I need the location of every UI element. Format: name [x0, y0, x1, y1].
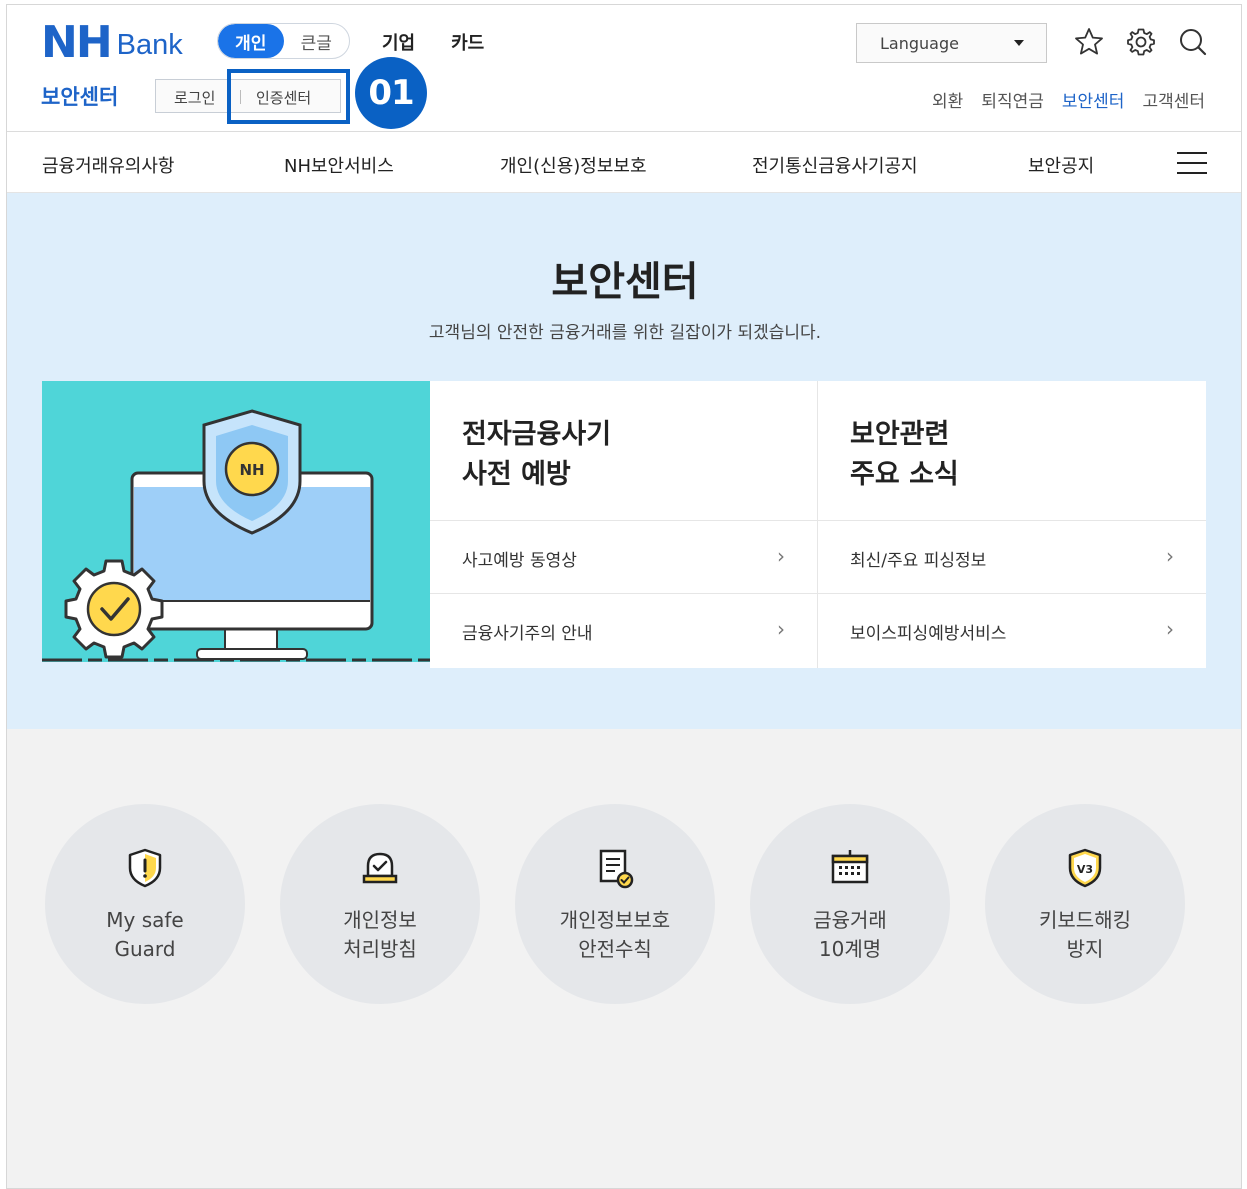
card-link-label: 금융사기주의 안내 — [462, 624, 593, 644]
document-check-icon — [599, 849, 634, 889]
quick-label-line2: 10계명 — [818, 937, 882, 961]
util-forex[interactable]: 외환 — [932, 87, 963, 112]
hero-title: 보안센터 — [551, 259, 699, 305]
quick-label-line2: Guard — [114, 937, 176, 961]
utility-links: 외환 퇴직연금 보안센터 고객센터 — [932, 87, 1205, 112]
callout-badge: 01 — [355, 57, 427, 129]
util-pension[interactable]: 퇴직연금 — [981, 87, 1044, 112]
page-subtitle[interactable]: 보안센터 — [41, 81, 118, 111]
quick-label-line1: 개인정보보호 — [559, 908, 671, 932]
top-nav: 기업 카드 — [382, 29, 484, 55]
quick-label-line2: 처리방침 — [343, 937, 417, 961]
illustration-nh-badge: NH — [239, 461, 264, 479]
quick-menu: My safe Guard 개인정보 처리방침 개인정보보호 안전수칙 금융거래… — [7, 729, 1241, 1188]
quick-financial-10-rules[interactable]: 금융거래 10계명 — [750, 804, 950, 1004]
gnb-security-notice[interactable]: 보안공지 — [1028, 152, 1094, 178]
quick-label-line2: 안전수칙 — [578, 937, 652, 961]
gear-icon[interactable] — [1124, 25, 1158, 59]
language-select[interactable]: Language — [856, 23, 1047, 63]
global-nav: 금융거래유의사항 NH보안서비스 개인(신용)정보보호 전기통신금융사기공지 보… — [7, 131, 1241, 193]
quick-label-line1: 키보드해킹 — [1039, 908, 1131, 932]
card-title-line2: 사전 예방 — [462, 459, 571, 490]
security-illustration: NH — [42, 381, 430, 662]
quick-label: 개인정보 처리방침 — [280, 906, 480, 964]
security-center-page: NH Bank 개인 큰글 기업 카드 보안센터 로그인 인증센터 01 Lan… — [6, 4, 1242, 1189]
util-security-center[interactable]: 보안센터 — [1062, 87, 1125, 112]
gnb-nh-security-service[interactable]: NH보안서비스 — [284, 152, 394, 178]
v3-shield-icon: V3 — [1068, 848, 1102, 888]
util-customer-center[interactable]: 고객센터 — [1142, 87, 1205, 112]
segment-large-text[interactable]: 큰글 — [284, 24, 350, 58]
login-link[interactable]: 로그인 — [174, 87, 215, 108]
logo-nh-text: NH — [41, 17, 113, 68]
card-link-label: 사고예방 동영상 — [462, 551, 577, 571]
quick-privacy-policy[interactable]: 개인정보 처리방침 — [280, 804, 480, 1004]
chevron-down-icon — [1014, 40, 1024, 46]
quick-label-line1: 금융거래 — [813, 908, 887, 932]
hero-section: 보안센터 고객님의 안전한 금융거래를 위한 길잡이가 되겠습니다. NH 전자… — [7, 193, 1241, 729]
card-title-line1: 보안관련 — [850, 419, 950, 450]
card-link-voice-phishing[interactable]: 보이스피싱예방서비스 › — [818, 593, 1206, 666]
callout-highlight-box — [227, 69, 350, 124]
card-title: 보안관련 주요 소식 — [850, 415, 959, 495]
card-title-line2: 주요 소식 — [850, 459, 959, 490]
segment-personal[interactable]: 개인 — [218, 24, 284, 58]
quick-label: 키보드해킹 방지 — [985, 906, 1185, 964]
fraud-prevention-card: 전자금융사기 사전 예방 사고예방 동영상 › 금융사기주의 안내 › — [430, 381, 818, 668]
quick-keyboard-hacking-prevention[interactable]: V3 키보드해킹 방지 — [985, 804, 1185, 1004]
quick-privacy-rules[interactable]: 개인정보보호 안전수칙 — [515, 804, 715, 1004]
quick-my-safe-guard[interactable]: My safe Guard — [45, 804, 245, 1004]
card-link-fraud-alert[interactable]: 금융사기주의 안내 › — [430, 593, 817, 666]
mode-segment: 개인 큰글 — [217, 23, 350, 59]
gnb-financial-caution[interactable]: 금융거래유의사항 — [42, 152, 174, 178]
alarm-check-icon — [362, 852, 398, 884]
security-news-card: 보안관련 주요 소식 최신/주요 피싱정보 › 보이스피싱예방서비스 › — [818, 381, 1206, 668]
chevron-right-icon: › — [777, 617, 785, 641]
topnav-corporate[interactable]: 기업 — [382, 29, 415, 55]
chevron-right-icon: › — [777, 544, 785, 568]
card-title-line1: 전자금융사기 — [462, 419, 612, 450]
quick-label: 개인정보보호 안전수칙 — [515, 906, 715, 964]
topnav-card[interactable]: 카드 — [451, 29, 484, 55]
star-icon[interactable] — [1072, 25, 1106, 59]
keyboard-calendar-icon — [831, 850, 869, 884]
hamburger-icon[interactable] — [1177, 152, 1207, 174]
card-link-label: 보이스피싱예방서비스 — [850, 624, 1007, 644]
hero-description: 고객님의 안전한 금융거래를 위한 길잡이가 되겠습니다. — [428, 323, 822, 343]
gnb-privacy[interactable]: 개인(신용)정보보호 — [500, 152, 647, 178]
quick-label-line2: 방지 — [1066, 937, 1104, 961]
chevron-right-icon: › — [1166, 617, 1174, 641]
card-link-label: 최신/주요 피싱정보 — [850, 551, 987, 571]
search-icon[interactable] — [1176, 25, 1210, 59]
quick-label-line1: My safe — [106, 908, 184, 932]
card-link-phishing-info[interactable]: 최신/주요 피싱정보 › — [818, 520, 1206, 593]
shield-alert-icon — [128, 848, 162, 888]
nh-bank-logo[interactable]: NH Bank — [41, 21, 183, 65]
gnb-telecom-fraud-notice[interactable]: 전기통신금융사기공지 — [752, 152, 918, 178]
quick-label: 금융거래 10계명 — [750, 906, 950, 964]
language-select-value: Language — [880, 33, 959, 53]
quick-label-line1: 개인정보 — [343, 908, 417, 932]
card-title: 전자금융사기 사전 예방 — [462, 415, 611, 495]
svg-text:V3: V3 — [1077, 863, 1093, 876]
chevron-right-icon: › — [1166, 544, 1174, 568]
logo-bank-text: Bank — [116, 29, 183, 61]
card-link-accident-video[interactable]: 사고예방 동영상 › — [430, 520, 817, 593]
quick-label: My safe Guard — [45, 906, 245, 964]
